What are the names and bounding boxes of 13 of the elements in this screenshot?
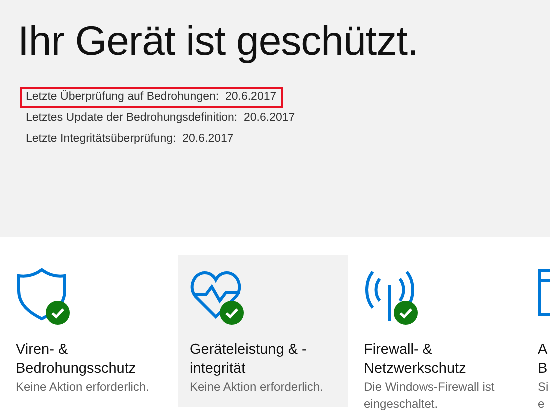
tile-title: Geräteleistung & -integrität [190, 341, 308, 379]
tile[interactable]: Geräteleistung & -integrität Keine Aktion erforderlich. [178, 255, 348, 407]
tile[interactable]: Viren- & Bedrohungsschutz Keine Aktion erforderlich. [4, 255, 174, 407]
tile-description: Keine Aktion erforderlich. [16, 379, 150, 396]
tile-title: Firewall- & Netzwerkschutz [364, 341, 468, 379]
page-title: Ihr Gerät ist geschützt. [18, 18, 420, 65]
tile-description: Si e [538, 379, 550, 410]
tile-description: Keine Aktion erforderlich. [190, 379, 324, 396]
status-line: Letzte Integritätsüberprüfung: 20.6.2017 [25, 132, 235, 147]
tile-title: A B [538, 341, 549, 379]
tile[interactable]: A B Si e [526, 255, 550, 407]
tile-title: Viren- & Bedrohungsschutz [16, 341, 138, 379]
status-line: Letztes Update der Bedrohungsdefinition: 20.6.2017 [25, 111, 296, 126]
